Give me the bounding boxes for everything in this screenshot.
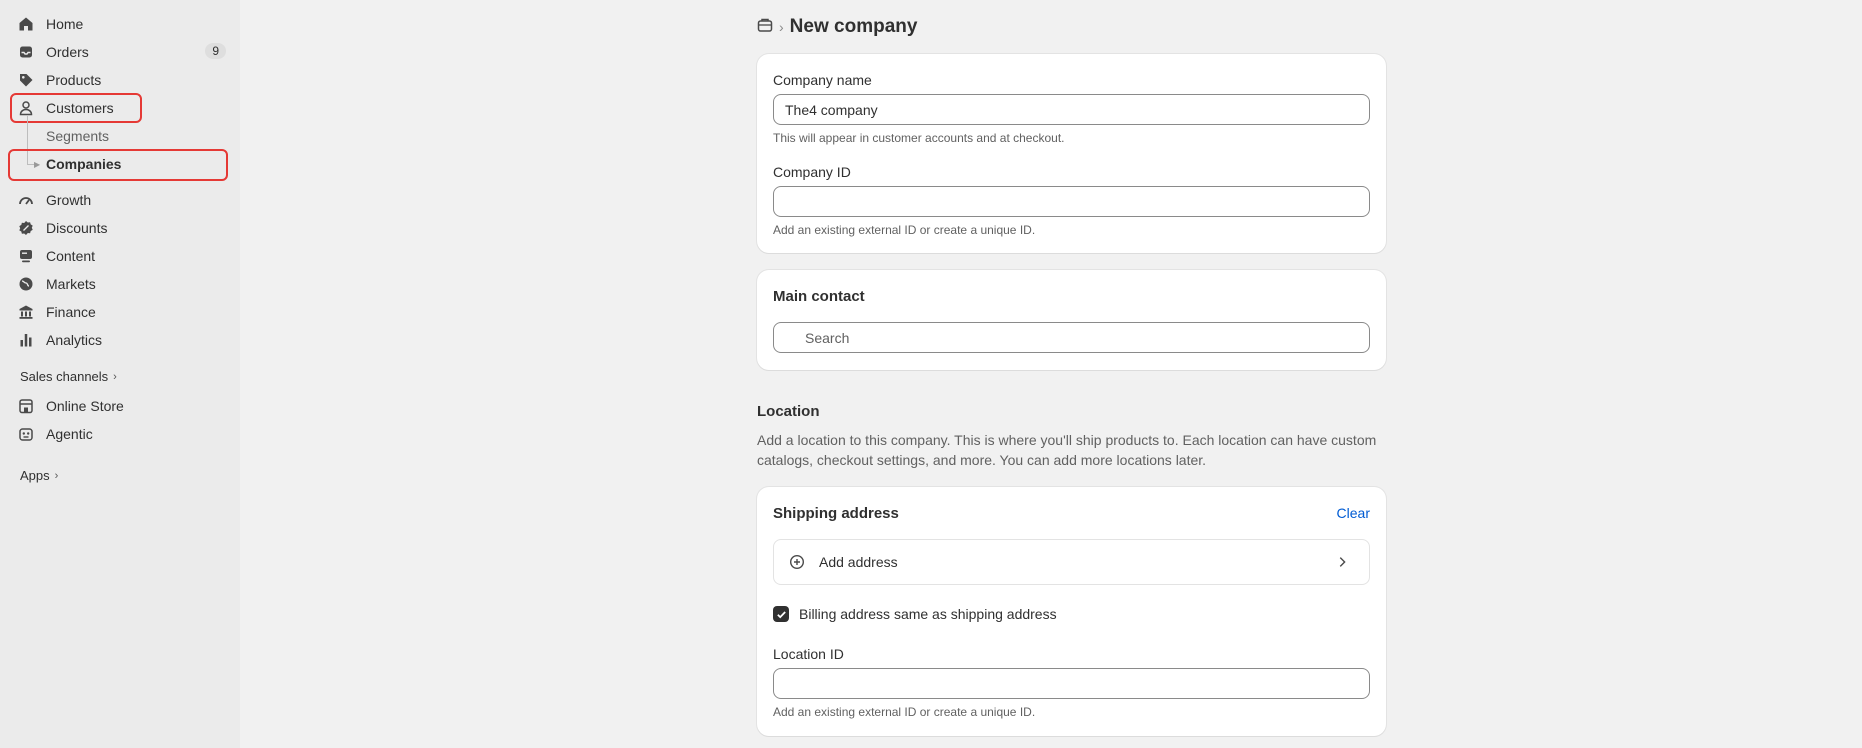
sidebar-subitem-label: Companies xyxy=(46,156,122,172)
contact-search-input[interactable] xyxy=(773,322,1370,353)
sidebar-item-label: Markets xyxy=(46,276,96,292)
main-contact-title: Main contact xyxy=(773,288,865,305)
sidebar-item-analytics[interactable]: Analytics xyxy=(12,327,226,353)
checkmark-icon xyxy=(776,610,786,618)
main-contact-card: Main contact xyxy=(757,270,1386,370)
sidebar-item-online-store[interactable]: Online Store xyxy=(12,393,226,419)
add-address-label: Add address xyxy=(819,554,898,570)
chevron-right-icon xyxy=(1339,557,1346,567)
apps-header[interactable]: Apps › xyxy=(20,468,58,483)
bar-chart-icon xyxy=(12,332,40,348)
sidebar-subitem-segments[interactable]: Segments xyxy=(46,124,109,148)
sidebar-item-label: Home xyxy=(46,16,84,32)
sidebar-item-agentic[interactable]: Agentic xyxy=(12,421,226,447)
sidebar: Home Orders 9 Products Customers ▶ Segme… xyxy=(0,0,240,748)
breadcrumb-separator-icon: › xyxy=(779,19,784,35)
clear-button[interactable]: Clear xyxy=(1337,505,1370,521)
location-title: Location xyxy=(757,403,820,420)
page-title: New company xyxy=(789,16,918,37)
bank-icon xyxy=(12,304,40,320)
page-header: › New company xyxy=(757,16,917,38)
sidebar-item-home[interactable]: Home xyxy=(12,11,226,37)
home-icon xyxy=(12,16,40,32)
plus-circle-icon xyxy=(789,554,805,570)
company-icon[interactable] xyxy=(757,17,773,38)
company-id-label: Company ID xyxy=(773,164,851,180)
sidebar-item-label: Discounts xyxy=(46,220,108,236)
contact-search xyxy=(773,322,1370,353)
globe-icon xyxy=(12,276,40,292)
sidebar-item-content[interactable]: Content xyxy=(12,243,226,269)
tree-line xyxy=(27,116,28,164)
company-id-help: Add an existing external ID or create a … xyxy=(773,223,1036,237)
location-id-help: Add an existing external ID or create a … xyxy=(773,705,1036,719)
sidebar-subitem-label: Segments xyxy=(46,128,110,144)
sidebar-item-label: Customers xyxy=(46,100,114,116)
store-icon xyxy=(12,398,40,414)
location-id-input[interactable] xyxy=(773,668,1370,699)
sales-channels-header[interactable]: Sales channels › xyxy=(20,369,117,384)
chevron-right-icon: › xyxy=(54,469,59,482)
sidebar-item-orders[interactable]: Orders 9 xyxy=(12,39,226,65)
sidebar-item-label: Orders xyxy=(46,44,89,60)
discount-icon xyxy=(12,220,40,236)
shipping-address-card: Shipping address Clear Add address Billi… xyxy=(757,487,1386,736)
sidebar-subitem-companies[interactable]: Companies xyxy=(46,152,121,176)
sidebar-item-markets[interactable]: Markets xyxy=(12,271,226,297)
billing-same-label: Billing address same as shipping address xyxy=(799,606,1057,622)
company-id-input[interactable] xyxy=(773,186,1370,217)
billing-same-checkbox-row[interactable]: Billing address same as shipping address xyxy=(773,606,1057,622)
sidebar-item-label: Online Store xyxy=(46,398,124,414)
add-address-button[interactable]: Add address xyxy=(773,539,1370,585)
shipping-address-title: Shipping address xyxy=(773,505,899,522)
sidebar-item-label: Finance xyxy=(46,304,96,320)
gauge-icon xyxy=(12,192,40,208)
tree-arrow-icon: ▶ xyxy=(34,160,41,169)
sidebar-item-label: Agentic xyxy=(46,426,93,442)
tag-icon xyxy=(12,72,40,88)
company-name-help: This will appear in customer accounts an… xyxy=(773,131,1065,145)
person-icon xyxy=(12,100,40,116)
chevron-right-icon: › xyxy=(113,370,117,383)
billing-same-checkbox[interactable] xyxy=(773,606,789,622)
location-description: Add a location to this company. This is … xyxy=(757,432,1377,468)
sidebar-item-customers[interactable]: Customers xyxy=(12,95,226,121)
sidebar-item-finance[interactable]: Finance xyxy=(12,299,226,325)
inbox-icon xyxy=(12,44,40,60)
orders-count-badge: 9 xyxy=(205,43,226,59)
sidebar-item-label: Analytics xyxy=(46,332,103,348)
company-name-label: Company name xyxy=(773,72,872,88)
content-icon xyxy=(12,248,40,264)
sidebar-item-products[interactable]: Products xyxy=(12,67,226,93)
sidebar-item-growth[interactable]: Growth xyxy=(12,187,226,213)
sidebar-item-label: Products xyxy=(46,72,102,88)
sidebar-item-label: Growth xyxy=(46,192,92,208)
apps-label: Apps xyxy=(20,468,50,483)
location-id-label: Location ID xyxy=(773,646,844,662)
robot-icon xyxy=(12,426,40,442)
sidebar-item-discounts[interactable]: Discounts xyxy=(12,215,226,241)
company-name-input[interactable] xyxy=(773,94,1370,125)
company-details-card: Company name This will appear in custome… xyxy=(757,54,1386,253)
sidebar-item-label: Content xyxy=(46,248,96,264)
sales-channels-label: Sales channels xyxy=(20,369,109,384)
